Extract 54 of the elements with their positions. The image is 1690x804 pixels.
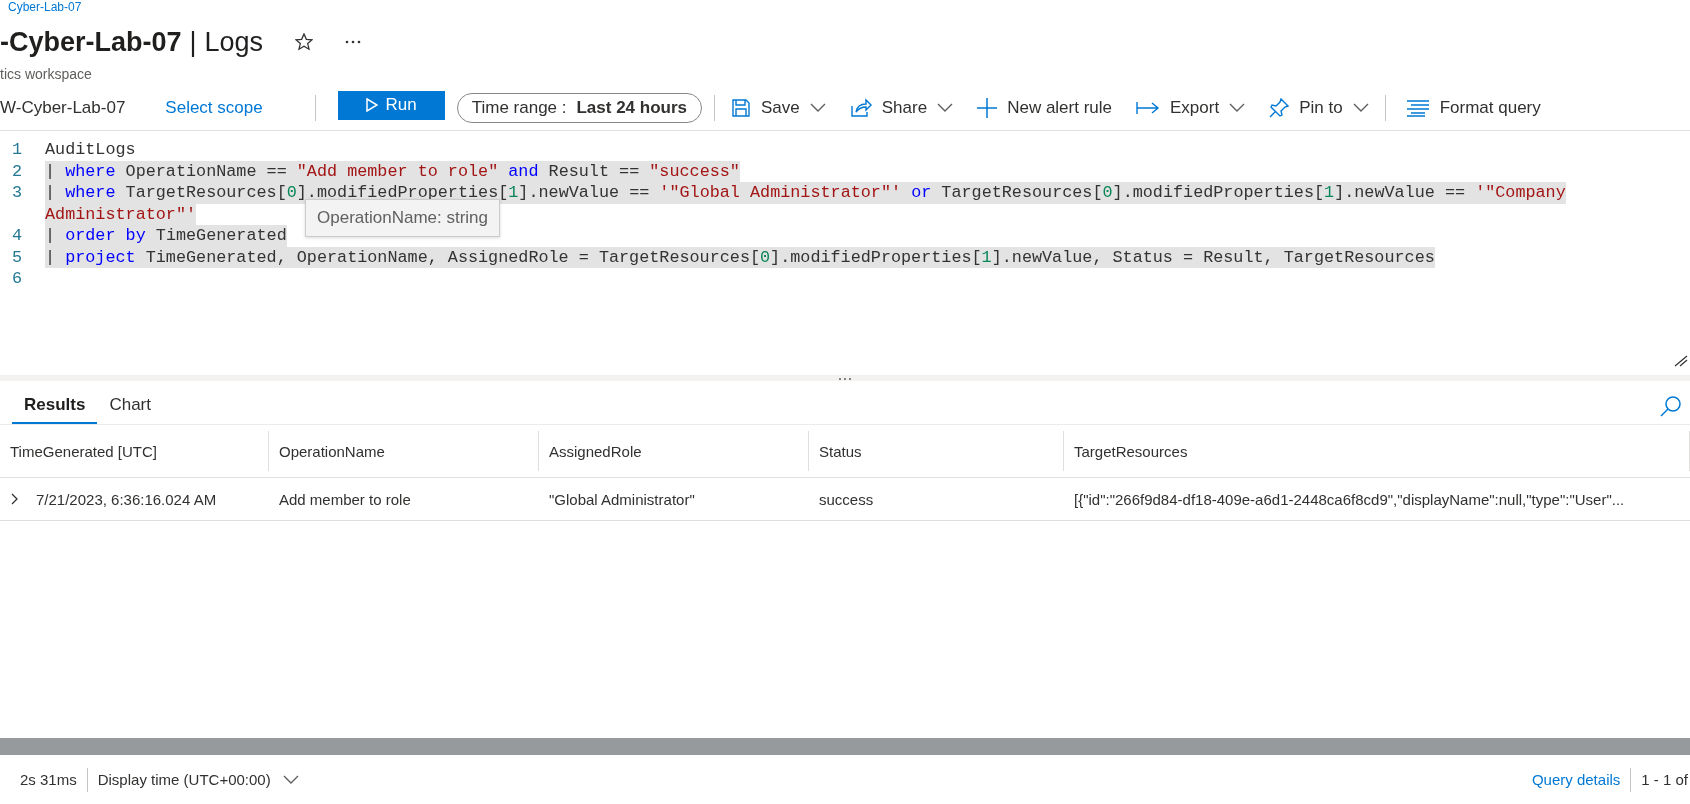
table-cell: [{"id":"266f9d84-df18-409e-a6d1-2448ca6f8cd9","displayName":null,"type":"User"... xyxy=(1074,490,1625,508)
table-cell: "Global Administrator" xyxy=(549,490,695,508)
select-scope-link[interactable]: Select scope xyxy=(165,98,263,118)
format-lines-icon xyxy=(1405,99,1430,117)
line-number: 2 xyxy=(11,160,24,182)
splitter-handle-icon[interactable] xyxy=(838,377,852,381)
pin-icon xyxy=(1269,98,1290,118)
display-time-dropdown[interactable]: Display time (UTC+00:00) xyxy=(97,771,299,788)
resource-title: -Cyber-Lab-07 xyxy=(0,26,182,58)
play-icon xyxy=(365,98,378,112)
tooltip: OperationName: string xyxy=(305,199,501,237)
star-icon[interactable] xyxy=(295,33,314,51)
query-duration: 2s 31ms xyxy=(20,771,77,788)
line-number: 3 xyxy=(11,182,24,204)
line-number: 4 xyxy=(11,225,24,247)
title-separator: | xyxy=(189,26,197,58)
column-header[interactable]: TargetResources xyxy=(1064,431,1690,471)
time-range-button[interactable]: Time range : Last 24 hours xyxy=(456,93,703,123)
toolbar-button[interactable]: Pin to xyxy=(1257,98,1381,118)
line-number: 5 xyxy=(11,246,24,268)
column-header[interactable]: Status xyxy=(809,431,1064,471)
toolbar-button[interactable]: Save xyxy=(719,98,838,118)
resize-handle-icon[interactable] xyxy=(1674,355,1688,367)
chevron-down-icon xyxy=(282,774,299,785)
query-details-link[interactable]: Query details xyxy=(1531,771,1621,788)
code-line: AuditLogs xyxy=(45,139,136,161)
resource-subtitle: tics workspace xyxy=(0,66,93,82)
paging-text: 1 - 1 of xyxy=(1641,771,1689,788)
plus-icon xyxy=(977,98,998,118)
share-icon xyxy=(849,98,872,118)
line-number: 6 xyxy=(11,268,24,290)
results-tab[interactable]: Results xyxy=(12,389,98,424)
line-number: 1 xyxy=(11,139,24,161)
search-icon[interactable] xyxy=(1660,395,1682,417)
save-icon xyxy=(731,98,752,118)
page-title: Logs xyxy=(204,26,264,58)
table-cell: 7/21/2023, 6:36:16.024 AM xyxy=(36,490,217,508)
breadcrumb-link[interactable]: Cyber-Lab-07 xyxy=(8,0,1690,14)
more-icon[interactable] xyxy=(345,40,362,44)
toolbar-button[interactable]: Export xyxy=(1124,98,1258,118)
results-tab[interactable]: Chart xyxy=(97,389,163,424)
toolbar-button[interactable]: Format query xyxy=(1393,98,1553,118)
run-button[interactable]: Run xyxy=(337,90,445,120)
chevron-right-icon[interactable] xyxy=(10,493,20,505)
column-header[interactable]: OperationName xyxy=(269,431,539,471)
toolbar-button[interactable]: Share xyxy=(837,98,966,118)
scope-name: W-Cyber-Lab-07 xyxy=(0,98,126,118)
column-header[interactable]: AssignedRole xyxy=(539,431,809,471)
horizontal-scrollbar[interactable] xyxy=(0,738,1690,755)
column-header[interactable]: TimeGenerated [UTC] xyxy=(0,431,269,471)
table-cell: Add member to role xyxy=(279,490,411,508)
toolbar-button[interactable]: New alert rule xyxy=(965,98,1125,118)
table-cell: success xyxy=(819,490,874,508)
arrow-right-bar-icon xyxy=(1136,101,1161,115)
